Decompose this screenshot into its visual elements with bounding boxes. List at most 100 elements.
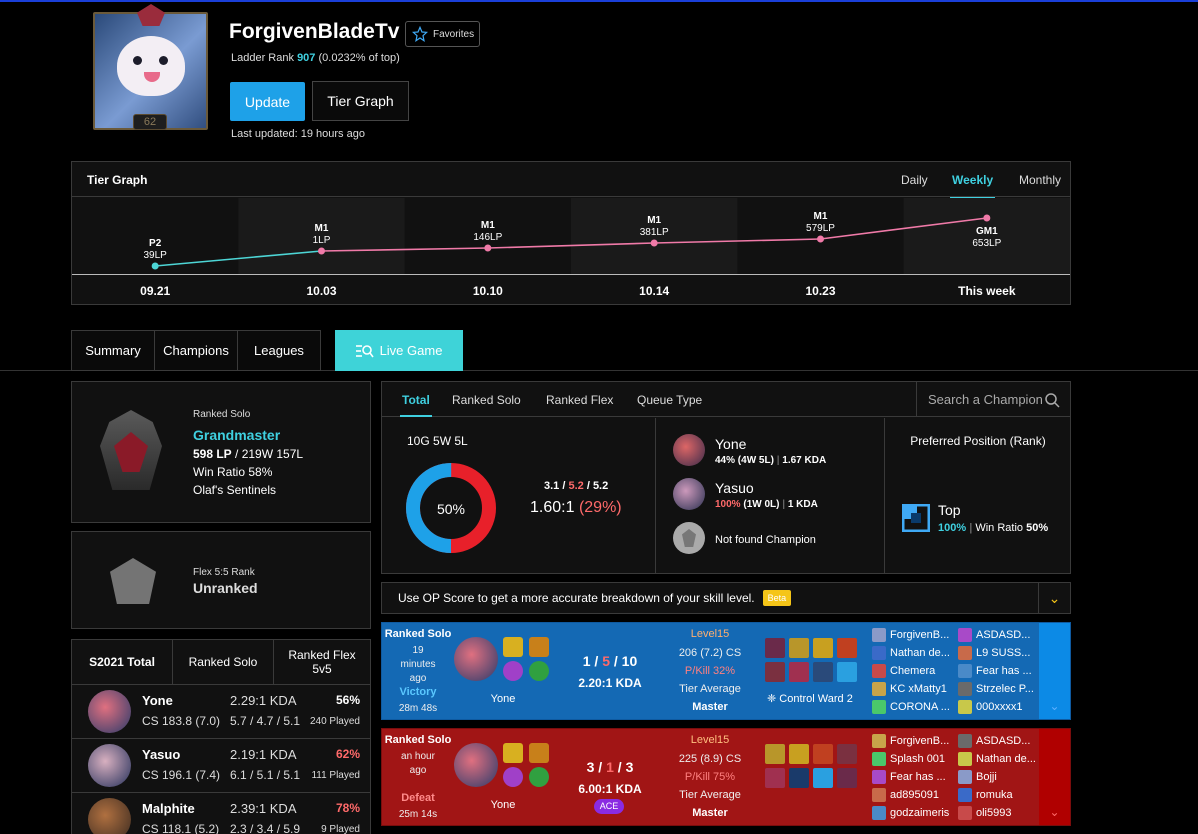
- match-tier: Master: [692, 701, 728, 713]
- stats-tabs: Total Ranked Solo Ranked Flex Queue Type…: [382, 382, 1070, 417]
- tab-queue-type[interactable]: Queue Type: [637, 393, 702, 407]
- summoner-spell-icon[interactable]: [503, 743, 523, 763]
- match-queue: Ranked Solo: [384, 628, 452, 640]
- ranked-solo-league[interactable]: Olaf's Sentinels: [193, 483, 276, 497]
- player-name: Nathan de...: [976, 752, 1036, 765]
- match-card[interactable]: Ranked Solo 19 minutes ago Victory 28m 48s Y…: [381, 622, 1071, 720]
- tier-point[interactable]: [318, 247, 325, 255]
- tab-champions[interactable]: Champions: [154, 330, 238, 371]
- tier-graph-button[interactable]: Tier Graph: [312, 81, 409, 121]
- tab-season-flex[interactable]: Ranked Flex 5v5: [274, 640, 370, 684]
- player-entry[interactable]: Chemera: [872, 662, 956, 679]
- player-entry[interactable]: ForgivenB...: [872, 626, 956, 643]
- player-entry[interactable]: ForgivenB...: [872, 732, 956, 749]
- champion-row[interactable]: Yone CS 183.8 (7.0) 2.29:1 KDA 5.7 / 4.7 / …: [72, 685, 370, 739]
- summoner-spell-icon[interactable]: [503, 637, 523, 657]
- player-entry[interactable]: L9 SUSS...: [958, 644, 1042, 661]
- player-entry[interactable]: 000xxxx1: [958, 698, 1042, 715]
- tab-leagues[interactable]: Leagues: [237, 330, 321, 371]
- summoner-spell-icon[interactable]: [529, 743, 549, 763]
- tab-live-game[interactable]: Live Game: [335, 330, 463, 371]
- match-champion-icon[interactable]: [454, 743, 498, 787]
- item-icon[interactable]: [813, 744, 833, 764]
- rune-icon[interactable]: [529, 661, 549, 681]
- rune-icon[interactable]: [503, 767, 523, 787]
- player-entry[interactable]: Splash 001: [872, 750, 956, 767]
- update-button[interactable]: Update: [230, 82, 305, 121]
- tab-season-solo[interactable]: Ranked Solo: [173, 640, 274, 684]
- yasuo-icon: [673, 478, 705, 510]
- item-icon[interactable]: [765, 768, 785, 788]
- player-entry[interactable]: Nathan de...: [872, 644, 956, 661]
- ladder-rank[interactable]: Ladder Rank 907 (0.0232% of top): [231, 52, 400, 64]
- match-assists: 10: [621, 653, 638, 669]
- recent-champ-2-kda: 1 KDA: [787, 499, 818, 510]
- item-icon[interactable]: [813, 638, 833, 658]
- op-score-banner[interactable]: Use OP Score to get a more accurate brea…: [381, 582, 1071, 614]
- search-icon[interactable]: [1045, 393, 1060, 408]
- chevron-down-icon[interactable]: ⌄: [1038, 583, 1070, 613]
- item-icon[interactable]: [813, 662, 833, 682]
- tier-graph-header: Tier Graph Daily Weekly Monthly: [72, 162, 1070, 199]
- position-stats: 100% | Win Ratio 50%: [938, 522, 1049, 534]
- player-entry[interactable]: KC xMatty1: [872, 680, 956, 697]
- not-found-champion: Not found Champion: [715, 534, 816, 546]
- player-entry[interactable]: ad895091: [872, 786, 956, 803]
- champion-search-input[interactable]: Search a Champion: [916, 382, 1070, 417]
- tab-daily[interactable]: Daily: [901, 173, 928, 187]
- tab-ranked-flex[interactable]: Ranked Flex: [546, 393, 613, 407]
- player-champion-icon: [872, 751, 886, 766]
- match-champion-icon[interactable]: [454, 637, 498, 681]
- tab-total[interactable]: Total: [400, 393, 432, 417]
- champion-row[interactable]: Malphite CS 118.1 (5.2) 2.39:1 KDA 2.3 / 3.…: [72, 793, 370, 834]
- player-name: ASDASD...: [976, 734, 1031, 747]
- tier-point[interactable]: [484, 244, 492, 252]
- item-icon[interactable]: [765, 662, 785, 682]
- poro-icon: [117, 36, 185, 96]
- player-entry[interactable]: oli5993: [958, 804, 1042, 821]
- expand-match-button[interactable]: ⌄: [1039, 729, 1070, 825]
- player-entry[interactable]: ASDASD...: [958, 626, 1042, 643]
- expand-match-button[interactable]: ⌄: [1039, 623, 1070, 719]
- player-entry[interactable]: Fear has ...: [872, 768, 956, 785]
- item-icon[interactable]: [765, 744, 785, 764]
- rune-icon[interactable]: [503, 661, 523, 681]
- tab-ranked-solo[interactable]: Ranked Solo: [452, 393, 521, 407]
- item-icon[interactable]: [789, 638, 809, 658]
- profile-icon[interactable]: 62: [93, 4, 208, 130]
- tab-summary[interactable]: Summary: [71, 330, 155, 371]
- chevron-down-icon: ⌄: [1049, 805, 1060, 819]
- summoner-spell-icon[interactable]: [529, 637, 549, 657]
- player-entry[interactable]: Strzelec P...: [958, 680, 1042, 697]
- item-icon[interactable]: [789, 744, 809, 764]
- tier-point[interactable]: [983, 214, 991, 222]
- recent-champ-2-name: Yasuo: [715, 480, 754, 496]
- tab-season-total[interactable]: S2021 Total: [72, 640, 173, 684]
- favorites-button[interactable]: Favorites: [405, 21, 480, 47]
- champion-row[interactable]: Yasuo CS 196.1 (7.4) 2.19:1 KDA 6.1 / 5.1 /…: [72, 739, 370, 793]
- item-icon[interactable]: [837, 662, 857, 682]
- item-icon[interactable]: [837, 638, 857, 658]
- item-icon[interactable]: [789, 662, 809, 682]
- player-entry[interactable]: CORONA ...: [872, 698, 956, 715]
- tab-monthly[interactable]: Monthly: [1019, 173, 1061, 187]
- player-name: godzaimeris: [890, 806, 950, 819]
- rune-icon[interactable]: [529, 767, 549, 787]
- item-icon[interactable]: [789, 768, 809, 788]
- item-icon[interactable]: [765, 638, 785, 658]
- player-champion-icon: [958, 805, 972, 820]
- tier-point[interactable]: [650, 239, 658, 247]
- player-entry[interactable]: ASDASD...: [958, 732, 1042, 749]
- player-entry[interactable]: Nathan de...: [958, 750, 1042, 767]
- player-entry[interactable]: Bojji: [958, 768, 1042, 785]
- tier-point[interactable]: [151, 262, 159, 270]
- player-entry[interactable]: romuka: [958, 786, 1042, 803]
- item-icon[interactable]: [813, 768, 833, 788]
- match-card[interactable]: Ranked Solo an hour ago Defeat 25m 14s Yone 3…: [381, 728, 1071, 826]
- player-entry[interactable]: Fear has ...: [958, 662, 1042, 679]
- item-icon[interactable]: [837, 768, 857, 788]
- player-entry[interactable]: godzaimeris: [872, 804, 956, 821]
- tab-weekly[interactable]: Weekly: [949, 173, 996, 199]
- item-icon[interactable]: [837, 744, 857, 764]
- tier-point[interactable]: [817, 235, 824, 243]
